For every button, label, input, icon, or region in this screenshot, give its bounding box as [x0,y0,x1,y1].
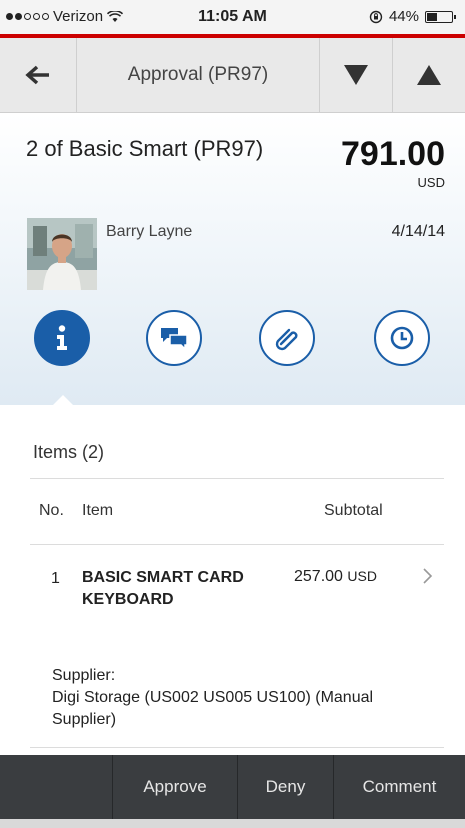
tab-history[interactable] [374,310,430,366]
chevron-right-icon[interactable] [422,566,434,586]
row-item-name: BASIC SMART CARD KEYBOARD [82,569,244,608]
row-subtotal-currency: USD [347,568,377,584]
next-item-button[interactable] [320,38,393,112]
tab-info[interactable] [34,310,90,366]
battery-icon [425,10,456,23]
clock-icon [390,326,414,350]
page-title: Approval (PR97) [77,38,320,112]
battery-group: 44% [369,8,456,25]
action-toolbar: Approve Deny Comment [0,755,465,819]
divider [30,544,444,545]
triangle-up-icon [417,65,441,85]
approval-header: 2 of Basic Smart (PR97) 791.00 USD Barry… [0,113,465,405]
row-number: 1 [51,570,60,587]
bottom-strip [0,819,465,828]
items-section-title: Items (2) [33,442,105,462]
divider [30,747,444,748]
navigation-bar: Approval (PR97) [0,38,465,113]
avatar [27,218,97,290]
column-header-no: No. [39,502,64,519]
total-amount: 791.00 [341,135,445,173]
back-button[interactable] [0,38,77,112]
back-arrow-icon [25,65,49,85]
approve-button[interactable]: Approve [112,755,237,819]
comment-button[interactable]: Comment [333,755,465,819]
supplier-info: Supplier: Digi Storage (US002 US005 US10… [52,665,432,731]
tab-comments[interactable] [146,310,202,366]
row-subtotal: 257.00 USD [294,568,377,586]
supplier-label: Supplier: [52,667,116,684]
status-bar: Verizon 11:05 AM 44% [0,0,465,38]
column-header-item: Item [82,502,114,519]
triangle-down-icon [344,65,368,85]
total-currency: USD [417,175,445,190]
column-header-subtotal: Subtotal [324,502,383,519]
paperclip-icon [275,328,298,351]
previous-item-button[interactable] [393,38,465,112]
requester-name: Barry Layne [106,223,193,240]
chat-bubbles-icon [161,328,188,351]
tab-attachments[interactable] [259,310,315,366]
row-subtotal-value: 257.00 [294,568,343,585]
deny-button[interactable]: Deny [237,755,333,819]
battery-percent: 44% [388,8,419,25]
info-icon [57,325,67,350]
request-date: 4/14/14 [391,223,445,240]
divider [30,478,444,479]
request-title: 2 of Basic Smart (PR97) [26,136,264,161]
rotation-lock-icon [369,10,383,23]
active-tab-pointer [52,395,74,406]
supplier-value: Digi Storage (US002 US005 US100) (Manual… [52,689,374,728]
